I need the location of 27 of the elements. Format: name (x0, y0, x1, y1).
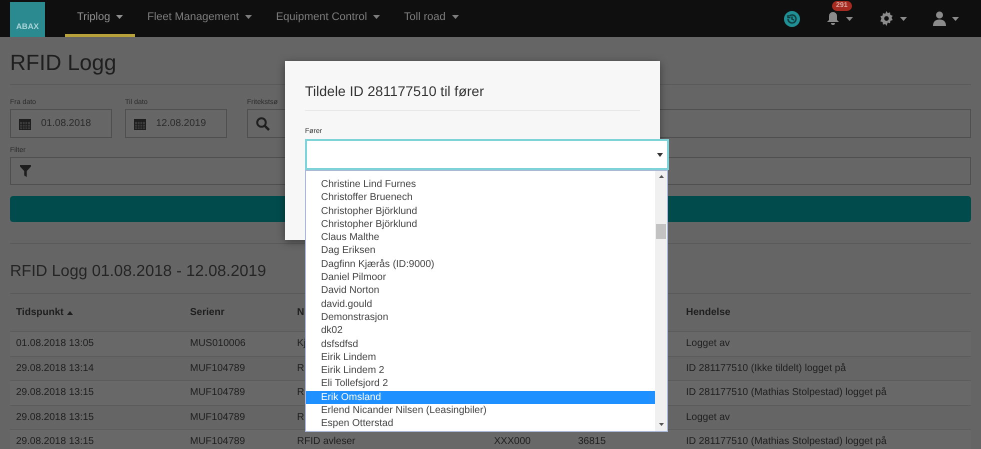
table-cell-text: R (297, 362, 304, 376)
field-value: 01.08.2018 (41, 117, 92, 131)
table-cell-text: Kj (297, 337, 306, 352)
table-cell-text: R (297, 386, 304, 400)
table-cell-text: XXX000 (494, 435, 531, 449)
table-cell-text: MUF104789 (190, 362, 246, 376)
table-cell-text: 29.08.2018 13:15 (16, 386, 94, 400)
log-heading: RFID Logg 01.08.2018 - 12.08.2019 (10, 263, 266, 281)
table-cell-text: R (297, 410, 304, 425)
table-cell-text: Logget av (686, 410, 730, 425)
table-cell-text: MUF104789 (190, 386, 246, 400)
page-title: RFID Logg (10, 50, 118, 76)
table-cell-text: ID 281177510 (Ikke tildelt) logget på (686, 362, 846, 376)
table-cell-text: MUF104789 (190, 435, 246, 449)
table-cell-text: MUS010006 (190, 337, 246, 352)
table-cell-text: Logget av (686, 337, 730, 352)
table-cell-text: ID 281177510 (Mathias Stolpestad) logget på (686, 435, 887, 449)
field-value: 12.08.2019 (156, 117, 206, 131)
table-cell-text: ID 281177510 (Mathias Stolpestad) logget på (686, 386, 887, 400)
table-cell-text: 29.08.2018 13:15 (16, 410, 94, 425)
table-cell-text: 29.08.2018 13:15 (16, 435, 94, 449)
table-cell-text: RFID avleser (297, 435, 356, 449)
table-cell-text: 36815 (578, 435, 606, 449)
table-cell-text: MUF104789 (190, 410, 246, 425)
table-cell-text: 01.08.2018 13:05 (16, 337, 94, 352)
table-cell-text: 29.08.2018 13:14 (16, 362, 94, 376)
modal-title: Tildele ID 281177510 til fører (305, 83, 485, 100)
